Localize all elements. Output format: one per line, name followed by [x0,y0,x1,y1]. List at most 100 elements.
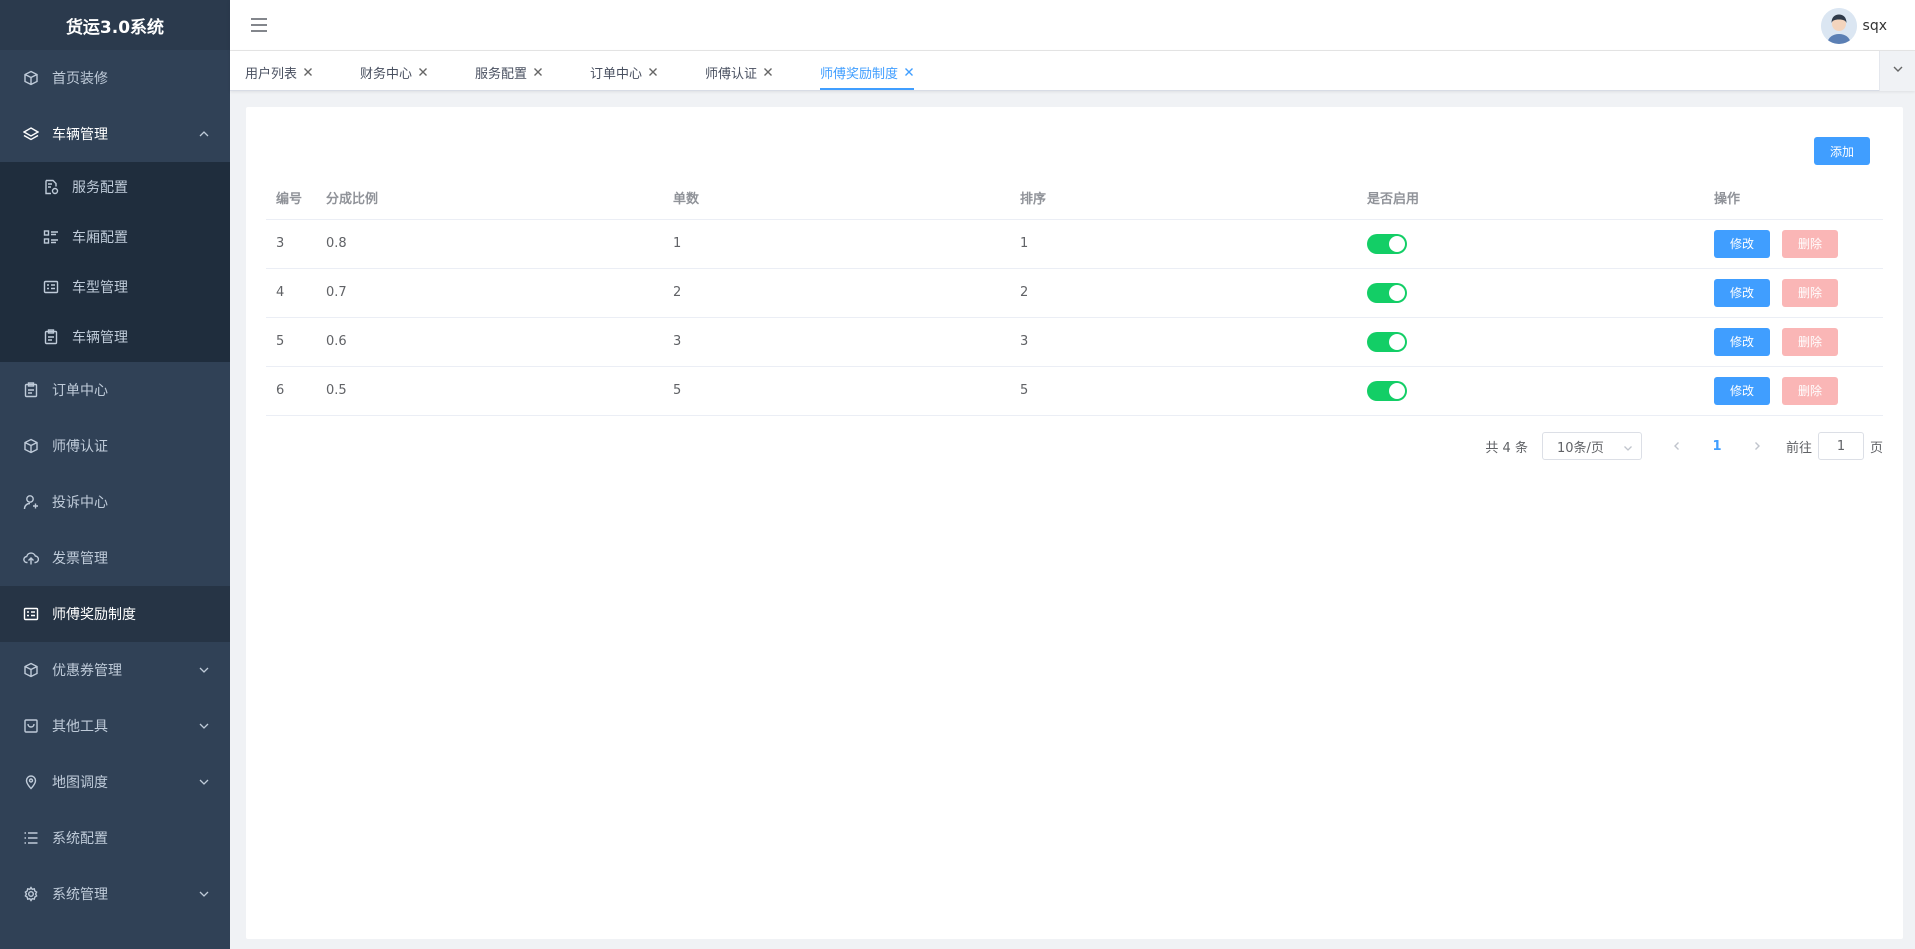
sidebar-item-system-management[interactable]: 系统管理 [0,866,230,922]
sidebar-item-carriage-config[interactable]: 车厢配置 [0,212,230,262]
prev-page-button[interactable] [1662,432,1692,460]
list-icon [42,228,60,246]
page-number[interactable]: 1 [1702,432,1732,460]
goto-label: 前往 [1785,440,1812,456]
sidebar-item-vehicle-management[interactable]: 车辆管理 [0,106,230,162]
column-header: 编号 [266,177,316,220]
goto-page-input[interactable] [1817,432,1864,460]
sidebar-item-label: 投诉中心 [52,495,108,511]
sidebar-item-vehicle-list[interactable]: 车辆管理 [0,312,230,362]
pagination-total: 共 4 条 [1485,440,1528,456]
close-icon[interactable] [303,67,313,77]
enabled-toggle[interactable] [1367,282,1407,303]
sidebar-item-map-dispatch[interactable]: 地图调度 [0,754,230,810]
layers-icon [22,125,40,143]
tab-label: 用户列表 [245,66,298,82]
sidebar-item-vehicle-type[interactable]: 车型管理 [0,262,230,312]
add-button[interactable]: 添加 [1814,137,1870,165]
edit-button[interactable]: 修改 [1714,229,1770,258]
document-gear-icon [42,178,60,196]
close-icon[interactable] [533,67,543,77]
column-header: 单数 [663,177,1010,220]
hamburger-icon[interactable] [250,16,268,34]
box-icon [22,717,40,735]
chevron-up-icon [198,128,210,140]
sidebar-item-label: 首页装修 [52,71,108,87]
sidebar-item-other-tools[interactable]: 其他工具 [0,698,230,754]
chevron-down-icon [1623,442,1633,452]
tab-user-list[interactable]: 用户列表 [245,61,313,83]
user-icon [22,493,40,511]
sidebar-item-label: 其他工具 [52,719,108,735]
close-icon[interactable] [418,67,428,77]
chevron-down-icon [198,664,210,676]
close-icon[interactable] [904,67,914,77]
enabled-toggle[interactable] [1367,380,1407,401]
tab-service-config[interactable]: 服务配置 [475,61,543,83]
sidebar-item-service-config[interactable]: 服务配置 [0,162,230,212]
cell-sort: 5 [1010,366,1357,416]
sidebar-item-label: 师傅认证 [52,439,108,455]
sidebar-item-coupon-management[interactable]: 优惠券管理 [0,642,230,698]
column-header: 分成比例 [316,177,663,220]
cube-icon [22,69,40,87]
chevron-down-icon [198,888,210,900]
sidebar-item-order-center[interactable]: 订单中心 [0,362,230,418]
enabled-toggle[interactable] [1367,331,1407,352]
sidebar-item-label: 系统管理 [52,887,108,903]
close-icon[interactable] [763,67,773,77]
delete-button[interactable]: 删除 [1782,278,1838,307]
app-title: 货运3.0系统 [0,0,230,50]
tab-driver-certification[interactable]: 师傅认证 [705,61,773,83]
sidebar-item-label: 车辆管理 [52,127,108,143]
sidebar-item-label: 地图调度 [52,775,108,791]
sidebar-item-driver-reward[interactable]: 师傅奖励制度 [0,586,230,642]
cell-count: 5 [663,366,1010,416]
edit-button[interactable]: 修改 [1714,376,1770,405]
avatar[interactable] [1820,8,1857,44]
tab-order-center[interactable]: 订单中心 [590,61,658,83]
tab-driver-reward[interactable]: 师傅奖励制度 [820,61,915,90]
edit-button[interactable]: 修改 [1714,327,1770,356]
card-icon [42,278,60,296]
edit-button[interactable]: 修改 [1714,278,1770,307]
sidebar-item-label: 车厢配置 [72,230,128,246]
cell-count: 3 [663,317,1010,367]
user-menu[interactable]: sqx [1820,8,1887,44]
pagination: 共 4 条 10条/页 1 前往 页 [1485,432,1883,460]
chevron-left-icon [1673,442,1679,450]
sidebar-item-system-config[interactable]: 系统配置 [0,810,230,866]
tab-label: 师傅奖励制度 [820,66,899,82]
page-size-value: 10条/页 [1556,440,1604,456]
sidebar-item-driver-certification[interactable]: 师傅认证 [0,418,230,474]
page-size-select[interactable]: 10条/页 [1541,432,1642,460]
delete-button[interactable]: 删除 [1782,229,1838,258]
tab-label: 师傅认证 [705,66,758,82]
cell-sort: 3 [1010,317,1357,367]
cell-id: 3 [266,219,316,269]
clipboard-icon [42,328,60,346]
cell-sort: 1 [1010,219,1357,269]
enabled-toggle[interactable] [1367,233,1407,254]
sidebar-item-invoice-management[interactable]: 发票管理 [0,530,230,586]
delete-button[interactable]: 删除 [1782,327,1838,356]
column-header: 操作 [1704,177,1883,220]
sidebar-item-label: 车型管理 [72,280,128,296]
column-header: 排序 [1010,177,1357,220]
cell-id: 5 [266,317,316,367]
tab-label: 服务配置 [475,66,528,82]
sidebar-item-complaint-center[interactable]: 投诉中心 [0,474,230,530]
gear-icon [22,885,40,903]
sidebar-item-label: 服务配置 [72,180,128,196]
tags-more-button[interactable] [1879,51,1915,91]
next-page-button[interactable] [1742,432,1772,460]
sidebar-item-label: 订单中心 [52,383,108,399]
cell-ratio: 0.8 [316,219,663,269]
delete-button[interactable]: 删除 [1782,376,1838,405]
chevron-down-icon [198,720,210,732]
tab-finance-center[interactable]: 财务中心 [360,61,428,83]
sidebar-item-home-decoration[interactable]: 首页装修 [0,50,230,106]
username[interactable]: sqx [1863,18,1887,34]
cell-ratio: 0.5 [316,366,663,416]
close-icon[interactable] [648,67,658,77]
